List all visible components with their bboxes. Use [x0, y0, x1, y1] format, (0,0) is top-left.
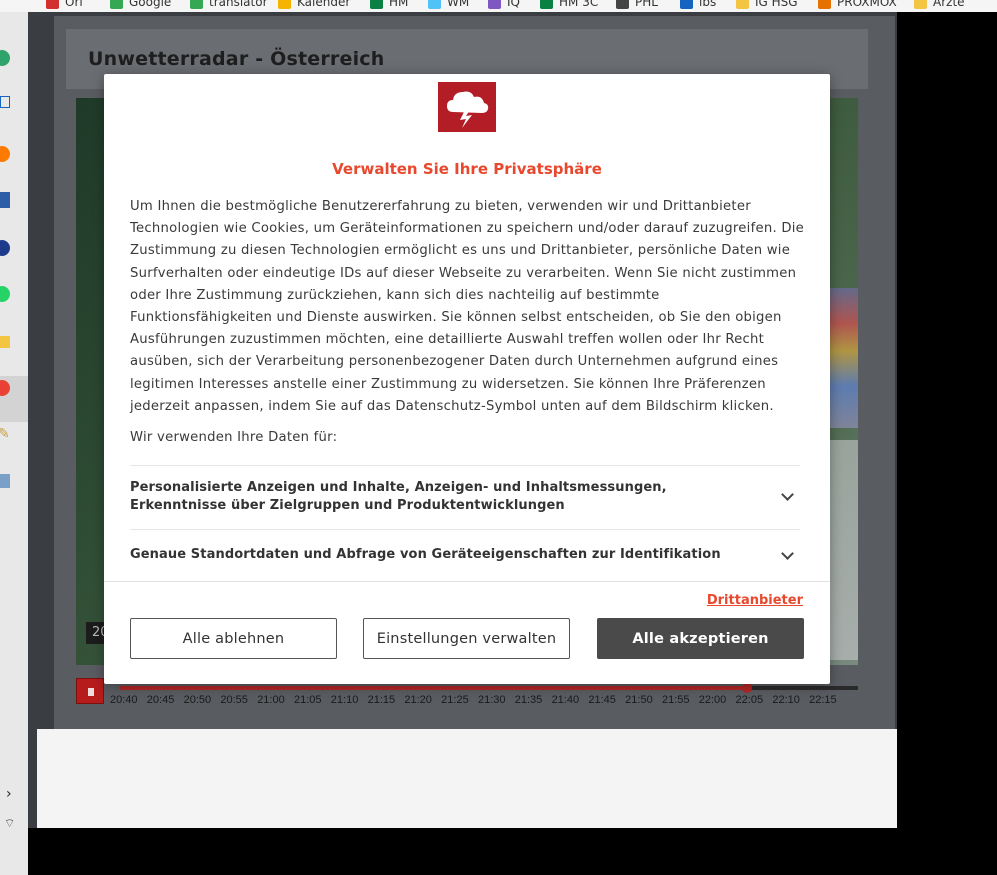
- purpose-item[interactable]: Personalisierte Anzeigen und Inhalte, An…: [130, 465, 800, 529]
- bookmark-item[interactable]: IQ: [488, 0, 520, 10]
- bookmark-item[interactable]: Kalender: [278, 0, 350, 10]
- timeline-tick-label[interactable]: 22:05: [736, 694, 773, 706]
- edge-icon[interactable]: [0, 50, 10, 66]
- bookmark-item[interactable]: PROXMOX: [818, 0, 897, 10]
- vendors-link[interactable]: Drittanbieter: [707, 593, 803, 608]
- page-background: [37, 729, 897, 828]
- consent-body: Um Ihnen die bestmögliche Benutzererfahr…: [130, 199, 805, 414]
- timeline-tick-label[interactable]: 21:00: [257, 694, 294, 706]
- bookmark-label: PROXMOX: [837, 0, 897, 9]
- storm-cloud-logo-icon: [438, 82, 496, 132]
- whatsapp-icon[interactable]: [0, 286, 10, 302]
- bookmark-icon: [278, 0, 291, 9]
- bookmark-item[interactable]: HM: [370, 0, 408, 10]
- screen-edge: [28, 828, 897, 875]
- timeline-tick-label[interactable]: 21:05: [294, 694, 331, 706]
- taskbar: ✎ › ⌔: [0, 12, 28, 875]
- timeline-tick-label[interactable]: 21:25: [441, 694, 478, 706]
- timeline-tick-label[interactable]: 21:10: [331, 694, 368, 706]
- reject-all-button[interactable]: Alle ablehnen: [130, 618, 337, 659]
- bookmark-item[interactable]: WM: [428, 0, 469, 10]
- bookmark-icon: [818, 0, 831, 9]
- radar-title: Unwetterradar - Österreich: [88, 48, 385, 70]
- globe-icon[interactable]: [0, 240, 10, 256]
- chevron-down-icon[interactable]: [781, 547, 794, 560]
- timeline-track[interactable]: [120, 683, 858, 693]
- timeline-handle[interactable]: [742, 683, 752, 693]
- chevron-down-icon[interactable]: [781, 488, 794, 501]
- bookmark-icon: [736, 0, 749, 9]
- firefox-icon[interactable]: [0, 146, 10, 162]
- timeline-tick-label[interactable]: 22:00: [699, 694, 736, 706]
- screen-edge: [897, 12, 997, 875]
- app-icon[interactable]: [0, 192, 10, 208]
- bookmark-icon: [190, 0, 203, 9]
- footer-divider: [104, 581, 830, 582]
- manage-settings-button[interactable]: Einstellungen verwalten: [363, 618, 570, 659]
- chevron-right-icon[interactable]: ›: [6, 786, 12, 802]
- purpose-label: Genaue Standortdaten und Abfrage von Ger…: [130, 547, 721, 562]
- timeline-ticks: 20:40 20:45 20:50 20:55 21:00 21:05 21:10 21:15…: [110, 694, 846, 706]
- bookmark-icon: [540, 0, 553, 9]
- timeline-tick-label[interactable]: 20:40: [110, 694, 147, 706]
- timeline-tick-label[interactable]: 21:55: [662, 694, 699, 706]
- mail-icon[interactable]: [0, 96, 10, 108]
- bookmark-item[interactable]: Google: [110, 0, 171, 10]
- bookmark-label: translator: [209, 0, 268, 9]
- bookmark-icon: [46, 0, 59, 9]
- bookmark-item[interactable]: lbs: [680, 0, 716, 10]
- tool-icon[interactable]: ✎: [0, 426, 10, 442]
- bookmark-item[interactable]: PHL: [616, 0, 658, 10]
- folder-icon[interactable]: [0, 336, 10, 348]
- accept-all-button[interactable]: Alle akzeptieren: [597, 618, 804, 659]
- consent-title: Verwalten Sie Ihre Privatsphäre: [332, 160, 602, 178]
- bookmark-item[interactable]: IG HSG: [736, 0, 798, 10]
- timeline-tick-label[interactable]: 21:20: [404, 694, 441, 706]
- bookmark-icon: [370, 0, 383, 9]
- consent-use-heading: Wir verwenden Ihre Daten für:: [130, 430, 338, 445]
- timeline-progress: [120, 686, 747, 690]
- timeline-tick-label[interactable]: 22:10: [772, 694, 809, 706]
- pause-button[interactable]: [76, 678, 104, 704]
- bookmark-label: PHL: [635, 0, 658, 9]
- wifi-icon[interactable]: ⌔: [4, 816, 15, 831]
- purpose-item[interactable]: Genaue Standortdaten und Abfrage von Ger…: [130, 529, 800, 581]
- timeline-tick-label[interactable]: 21:30: [478, 694, 515, 706]
- bookmark-label: Kalender: [297, 0, 351, 9]
- bookmark-item[interactable]: translator: [190, 0, 268, 10]
- timeline-tick-label[interactable]: 20:45: [147, 694, 184, 706]
- page-margin: [28, 729, 37, 828]
- bookmark-item[interactable]: HM 3C: [540, 0, 598, 10]
- consent-dialog: Verwalten Sie Ihre Privatsphäre Um Ihnen…: [104, 74, 830, 684]
- bookmark-label: HM 3C: [559, 0, 599, 9]
- bookmark-icon: [488, 0, 501, 9]
- timeline-tick-label[interactable]: 21:45: [588, 694, 625, 706]
- bookmark-icon: [680, 0, 693, 9]
- bookmark-label: IQ: [507, 0, 520, 9]
- bookmark-icon: [914, 0, 927, 9]
- bookmark-item[interactable]: Ärzte: [914, 0, 965, 10]
- timeline-tick-label[interactable]: 21:50: [625, 694, 662, 706]
- bookmark-label: Ärzte: [933, 0, 965, 9]
- bookmark-label: Ori: [65, 0, 83, 9]
- bookmark-label: lbs: [699, 0, 717, 9]
- bookmark-label: HM: [389, 0, 409, 9]
- bookmark-label: IG HSG: [755, 0, 798, 9]
- timeline-tick-label[interactable]: 21:35: [515, 694, 552, 706]
- timeline-tick-label[interactable]: 21:40: [552, 694, 589, 706]
- timeline-tick-label[interactable]: 20:55: [220, 694, 257, 706]
- timeline-tick-label[interactable]: 22:15: [809, 694, 846, 706]
- bookmarks-bar: Ori Google translator Kalender HM WM IQ HM 3C PH…: [0, 0, 997, 12]
- purpose-label: Personalisierte Anzeigen und Inhalte, An…: [130, 480, 667, 513]
- document-icon[interactable]: [0, 474, 10, 488]
- timeline-tick-label[interactable]: 20:50: [184, 694, 221, 706]
- bookmark-label: WM: [447, 0, 470, 9]
- bookmark-icon: [428, 0, 441, 9]
- bookmark-icon: [110, 0, 123, 9]
- bookmark-item[interactable]: Ori: [46, 0, 83, 10]
- bookmark-icon: [616, 0, 629, 9]
- timeline-tick-label[interactable]: 21:15: [368, 694, 405, 706]
- bookmark-label: Google: [129, 0, 172, 9]
